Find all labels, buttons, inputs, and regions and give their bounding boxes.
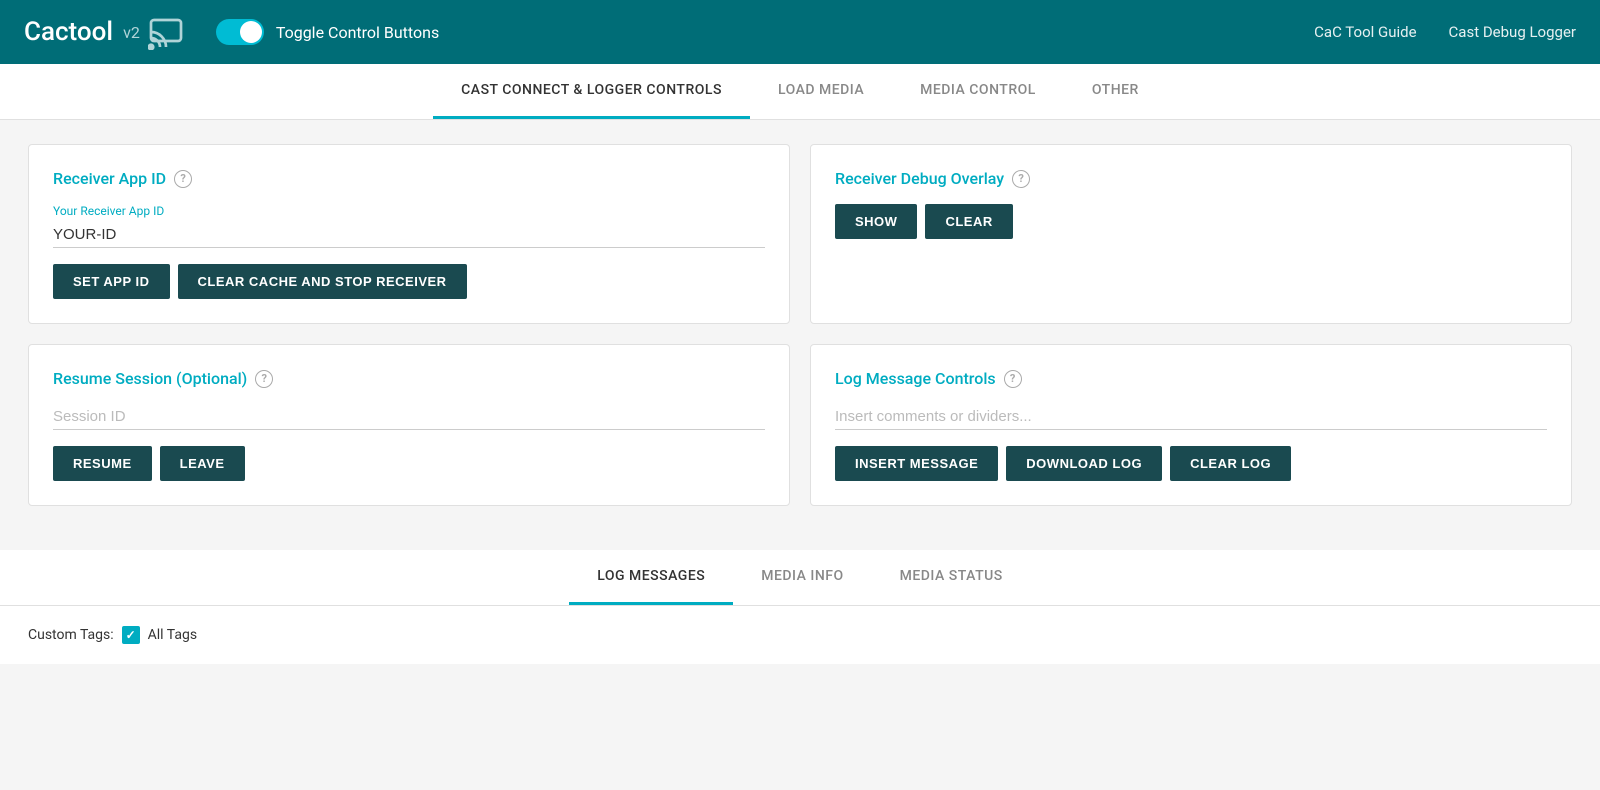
main-content: Receiver App ID ? Your Receiver App ID S… (0, 120, 1600, 550)
clear-cache-button[interactable]: CLEAR CACHE AND STOP RECEIVER (178, 264, 467, 299)
receiver-app-id-card: Receiver App ID ? Your Receiver App ID S… (28, 144, 790, 324)
log-message-controls-help-icon[interactable]: ? (1004, 370, 1022, 388)
toggle-label: Toggle Control Buttons (276, 23, 439, 42)
custom-tags-label: Custom Tags: (28, 627, 114, 643)
clear-overlay-button[interactable]: CLEAR (925, 204, 1012, 239)
main-tabs: CAST CONNECT & LOGGER CONTROLS LOAD MEDI… (0, 64, 1600, 120)
tab-media-status[interactable]: MEDIA STATUS (872, 550, 1031, 605)
receiver-app-id-sublabel: Your Receiver App ID (53, 204, 765, 218)
log-message-controls-label: Log Message Controls (835, 369, 996, 388)
custom-tags-row: Custom Tags: All Tags (28, 626, 1572, 644)
cast-icon (148, 14, 184, 50)
toggle-control[interactable]: Toggle Control Buttons (216, 19, 439, 45)
bottom-section: LOG MESSAGES MEDIA INFO MEDIA STATUS Cus… (0, 550, 1600, 664)
resume-session-card: Resume Session (Optional) ? RESUME LEAVE (28, 344, 790, 506)
receiver-debug-label: Receiver Debug Overlay (835, 169, 1004, 188)
leave-button[interactable]: LEAVE (160, 446, 245, 481)
insert-message-button[interactable]: INSERT MESSAGE (835, 446, 998, 481)
top-grid: Receiver App ID ? Your Receiver App ID S… (28, 144, 1572, 324)
show-overlay-button[interactable]: SHOW (835, 204, 917, 239)
all-tags-checkbox[interactable] (122, 626, 140, 644)
bottom-tabs: LOG MESSAGES MEDIA INFO MEDIA STATUS (0, 550, 1600, 606)
receiver-app-id-title: Receiver App ID ? (53, 169, 765, 188)
receiver-app-id-label: Receiver App ID (53, 169, 166, 188)
receiver-app-id-input-group: Your Receiver App ID (53, 204, 765, 248)
logo-version: v2 (123, 23, 140, 42)
log-message-buttons: INSERT MESSAGE DOWNLOAD LOG CLEAR LOG (835, 446, 1547, 481)
nav-cac-tool-guide[interactable]: CaC Tool Guide (1314, 23, 1416, 41)
all-tags-label: All Tags (148, 627, 197, 643)
logo-text: Cactool (24, 17, 113, 47)
download-log-button[interactable]: DOWNLOAD LOG (1006, 446, 1162, 481)
receiver-debug-help-icon[interactable]: ? (1012, 170, 1030, 188)
tab-log-messages[interactable]: LOG MESSAGES (569, 550, 733, 605)
session-id-input[interactable] (53, 404, 765, 430)
resume-session-label: Resume Session (Optional) (53, 369, 247, 388)
set-app-id-button[interactable]: SET APP ID (53, 264, 170, 299)
session-id-input-group (53, 404, 765, 430)
receiver-debug-buttons: SHOW CLEAR (835, 204, 1547, 239)
tab-cast-connect[interactable]: CAST CONNECT & LOGGER CONTROLS (433, 64, 750, 119)
tab-other[interactable]: OTHER (1064, 64, 1167, 119)
log-message-controls-title: Log Message Controls ? (835, 369, 1547, 388)
receiver-debug-card: Receiver Debug Overlay ? SHOW CLEAR (810, 144, 1572, 324)
receiver-app-id-buttons: SET APP ID CLEAR CACHE AND STOP RECEIVER (53, 264, 765, 299)
header: Cactool v2 Toggle Control Buttons CaC To… (0, 0, 1600, 64)
bottom-grid: Resume Session (Optional) ? RESUME LEAVE… (28, 344, 1572, 506)
receiver-debug-title: Receiver Debug Overlay ? (835, 169, 1547, 188)
log-message-input-group (835, 404, 1547, 430)
log-message-controls-card: Log Message Controls ? INSERT MESSAGE DO… (810, 344, 1572, 506)
resume-session-title: Resume Session (Optional) ? (53, 369, 765, 388)
log-section: Custom Tags: All Tags (0, 606, 1600, 664)
nav-cast-debug-logger[interactable]: Cast Debug Logger (1449, 23, 1576, 41)
tab-media-control[interactable]: MEDIA CONTROL (892, 64, 1064, 119)
toggle-switch[interactable] (216, 19, 264, 45)
resume-session-help-icon[interactable]: ? (255, 370, 273, 388)
header-nav: CaC Tool Guide Cast Debug Logger (1314, 23, 1576, 41)
tab-media-info[interactable]: MEDIA INFO (733, 550, 871, 605)
tab-load-media[interactable]: LOAD MEDIA (750, 64, 892, 119)
receiver-app-id-input[interactable] (53, 222, 765, 248)
receiver-app-id-help-icon[interactable]: ? (174, 170, 192, 188)
clear-log-button[interactable]: CLEAR LOG (1170, 446, 1291, 481)
log-message-input[interactable] (835, 404, 1547, 430)
logo: Cactool v2 (24, 14, 184, 50)
resume-session-buttons: RESUME LEAVE (53, 446, 765, 481)
resume-button[interactable]: RESUME (53, 446, 152, 481)
